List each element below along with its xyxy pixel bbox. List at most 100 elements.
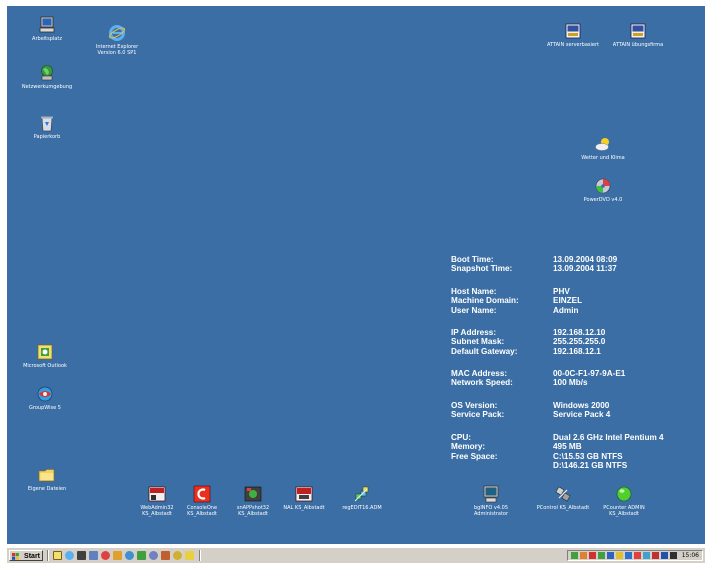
desktop-icon-outlook[interactable]: Microsoft Outlook [10, 343, 80, 369]
desktop-icon-label: Administrator [473, 511, 509, 517]
quicklaunch-app-icon[interactable] [137, 551, 146, 560]
tray-app-icon[interactable] [589, 552, 596, 559]
desktop-icon-groupwise[interactable]: GroupWise 5 [10, 385, 80, 411]
bginfo-key: Boot Time: [451, 255, 494, 264]
tray-app-icon[interactable] [598, 552, 605, 559]
system-tray: 15:06 [567, 550, 703, 561]
tray-app-icon[interactable] [625, 552, 632, 559]
bginfo-key: Free Space: [451, 451, 498, 461]
desktop-icon-label: regEDIT16.ADM [342, 505, 382, 511]
clock[interactable]: 15:06 [682, 551, 699, 560]
taskbar-separator [199, 550, 201, 561]
quicklaunch-app-icon[interactable] [113, 551, 122, 560]
quicklaunch-folder-icon[interactable] [53, 551, 62, 560]
computer-icon [39, 16, 55, 33]
desktop-icon-label: ATTAIN serverbasiert [546, 42, 600, 48]
tray-app-icon[interactable] [616, 552, 623, 559]
desktop-icon-label: Arbeitsplatz [32, 36, 62, 42]
nal-icon [295, 486, 313, 502]
tray-app-icon[interactable] [580, 552, 587, 559]
tray-network-icon[interactable] [571, 552, 578, 559]
bginfo-value: EINZEL [553, 296, 583, 306]
bginfo-value: 13.09.2004 08:09 [553, 255, 618, 264]
quicklaunch-app-icon[interactable] [161, 551, 170, 560]
desktop-icon-internet-explorer[interactable]: Internet Explorer Version 6.0 SP1 [82, 24, 152, 56]
bginfo-key: Host Name: [451, 287, 497, 296]
bginfo-key: Service Pack: [451, 410, 505, 420]
bginfo-key: CPU: [451, 433, 472, 442]
bginfo-icon [483, 485, 499, 503]
quicklaunch-desktop-icon[interactable] [77, 551, 86, 560]
quicklaunch-app-icon[interactable] [173, 551, 182, 560]
start-button[interactable]: Start [9, 550, 43, 561]
desktop[interactable]: Arbeitsplatz Internet Explorer Version 6… [7, 6, 705, 544]
bginfo-value: 192.168.12.10 [553, 328, 606, 337]
bginfo-key: Snapshot Time: [451, 264, 513, 274]
bginfo-key: OS Version: [451, 401, 498, 410]
tray-app-icon[interactable] [643, 552, 650, 559]
desktop-icon-regedit[interactable]: regEDIT16.ADM [327, 485, 397, 511]
bginfo-key: Subnet Mask: [451, 337, 505, 347]
desktop-icon-attain-uebungsfirma[interactable]: ATTAIN übungsfirma [603, 22, 673, 48]
desktop-icon-label: Netzwerkumgebung [21, 84, 73, 90]
internet-explorer-icon [108, 25, 126, 41]
tray-app-icon[interactable] [634, 552, 641, 559]
quicklaunch-app-icon[interactable] [185, 551, 194, 560]
desktop-icon-attain-serverbasiert[interactable]: ATTAIN serverbasiert [538, 22, 608, 48]
quicklaunch-ie-icon[interactable] [65, 551, 74, 560]
bginfo-value: Service Pack 4 [553, 410, 611, 420]
quicklaunch-app-icon[interactable] [101, 551, 110, 560]
desktop-icon-arbeitsplatz[interactable]: Arbeitsplatz [12, 16, 82, 42]
start-label: Start [24, 553, 40, 560]
desktop-icon-powerdvd[interactable]: PowerDVD v4.0 [568, 177, 638, 203]
taskbar: Start 15:06 [7, 547, 705, 563]
desktop-icon-pcounter[interactable]: PCounter ADMIN KS_Albstadt [589, 485, 659, 517]
regedit-icon [354, 486, 369, 502]
desktop-icon-label: KS_Albstadt [609, 511, 639, 517]
bginfo-value: D:\146.21 GB NTFS [553, 461, 628, 471]
desktop-icon-label: Papierkorb [33, 134, 61, 140]
bginfo-value: C:\15.53 GB NTFS [553, 451, 623, 461]
recycle-bin-icon [41, 116, 53, 132]
folder-icon [38, 469, 55, 482]
bginfo-key: IP Address: [451, 328, 497, 337]
webadmin-icon [148, 486, 166, 502]
network-icon [41, 65, 53, 81]
desktop-icon-label: GroupWise 5 [29, 405, 61, 411]
attain-icon [565, 23, 581, 39]
tray-app-icon[interactable] [607, 552, 614, 559]
desktop-frame: Arbeitsplatz Internet Explorer Version 6… [0, 0, 712, 563]
tray-volume-icon[interactable] [670, 552, 677, 559]
tray-app-icon[interactable] [652, 552, 659, 559]
powerdvd-icon [595, 178, 611, 194]
desktop-icon-eigene-dateien[interactable]: Eigene Dateien [12, 466, 82, 492]
desktop-icon-netzwerkumgebung[interactable]: Netzwerkumgebung [12, 64, 82, 90]
windows-flag-icon [12, 553, 19, 560]
quicklaunch-app-icon[interactable] [125, 551, 134, 560]
bginfo-value: 100 Mb/s [553, 378, 588, 388]
bginfo-key: Network Speed: [451, 378, 513, 388]
bginfo-value: 00-0C-F1-97-9A-E1 [553, 369, 626, 378]
bginfo-value: Admin [553, 305, 579, 315]
bginfo-value: 192.168.12.1 [553, 346, 601, 356]
bginfo-value: Windows 2000 [553, 401, 610, 410]
desktop-icon-bginfo[interactable]: bgINFO v4.05 Administrator [456, 485, 526, 517]
bginfo-key: User Name: [451, 305, 497, 315]
bginfo-value: 255.255.255.0 [553, 337, 606, 347]
taskbar-separator [47, 550, 49, 561]
bginfo-value: 13.09.2004 11:37 [553, 264, 617, 274]
desktop-icon-wetter-und-klima[interactable]: Wetter und Klima [568, 135, 638, 161]
outlook-icon [37, 344, 53, 360]
desktop-icon-label: Microsoft Outlook [23, 363, 67, 369]
tray-app-icon[interactable] [661, 552, 668, 559]
desktop-icon-label: ATTAIN übungsfirma [612, 42, 664, 48]
bginfo-key: Default Gateway: [451, 346, 518, 356]
quicklaunch-app-icon[interactable] [149, 551, 158, 560]
bginfo-value: 495 MB [553, 442, 582, 452]
desktop-icon-label: Eigene Dateien [27, 486, 67, 492]
desktop-icon-papierkorb[interactable]: Papierkorb [12, 114, 82, 140]
quicklaunch-outlook-icon[interactable] [89, 551, 98, 560]
desktop-icon-pcontrol[interactable]: PControl KS_Albstadt [528, 485, 598, 511]
bginfo-key: Memory: [451, 442, 486, 452]
desktop-icon-label: PowerDVD v4.0 [583, 197, 623, 203]
